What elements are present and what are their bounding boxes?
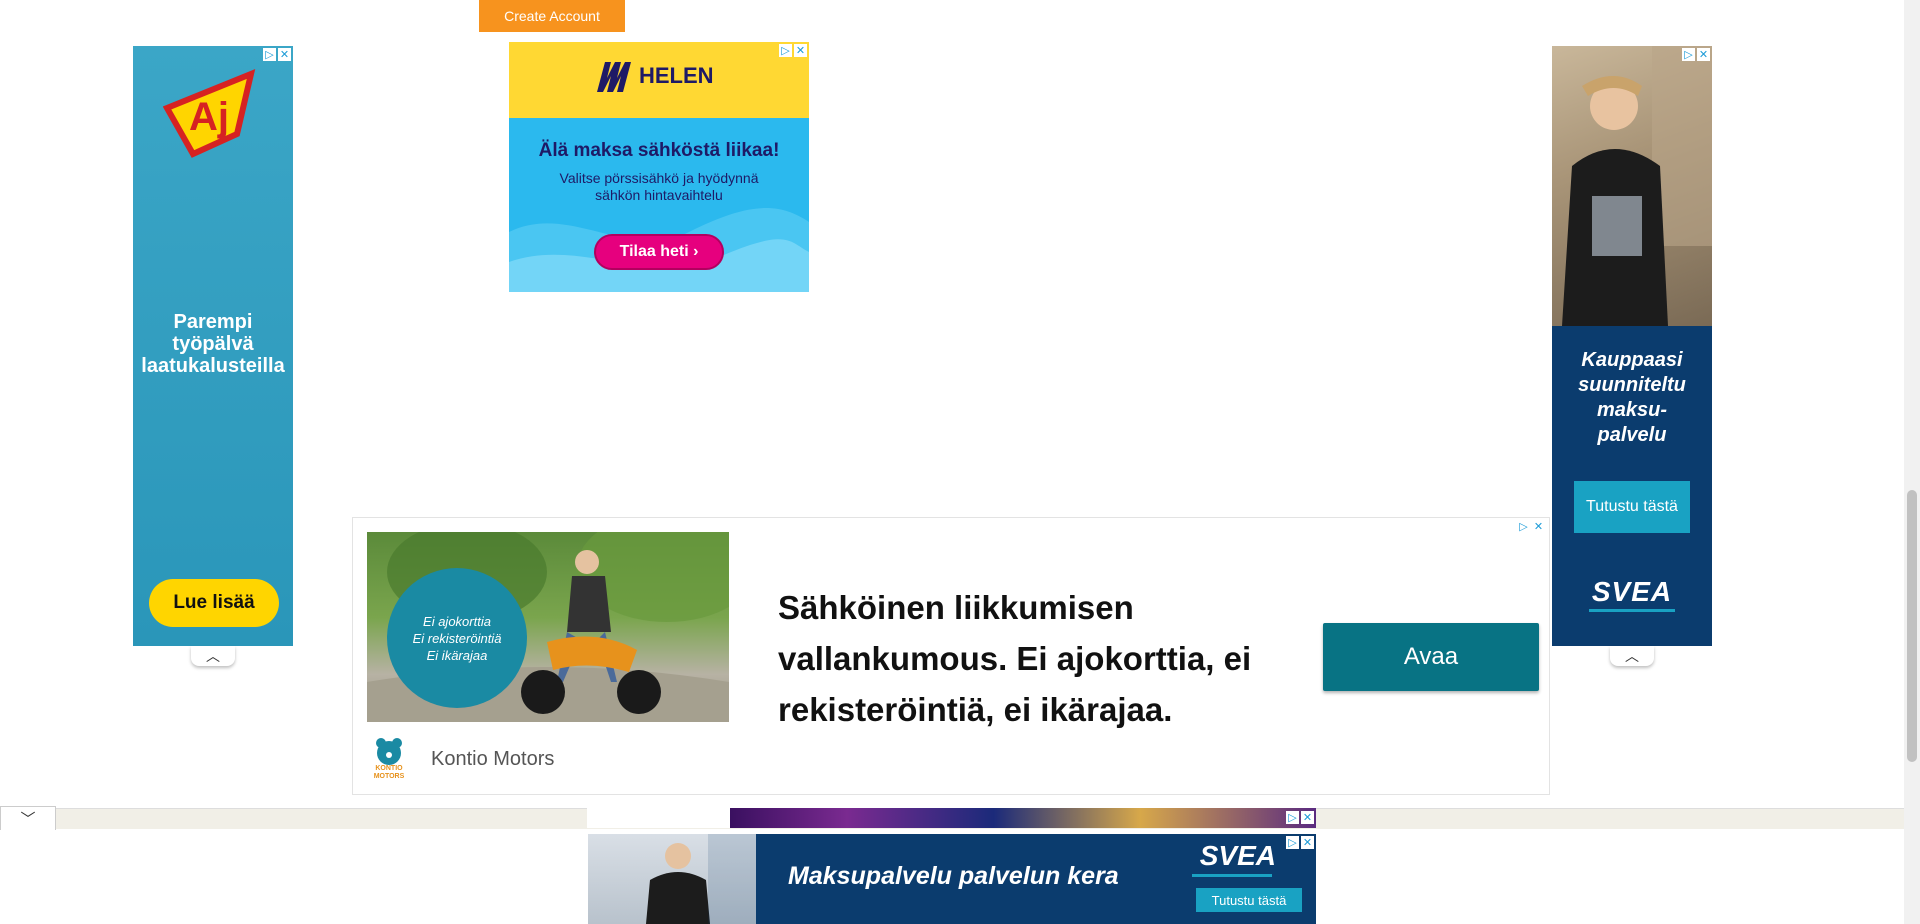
ad-choices[interactable]: ▷ ✕: [1517, 520, 1545, 533]
collapse-right-ad-button[interactable]: ︿: [1610, 646, 1654, 666]
aj-logo-text: Aj: [189, 95, 229, 139]
kontio-logo: KONTIO MOTORS: [369, 737, 409, 783]
ad-right-line: suunniteltu: [1578, 374, 1686, 396]
ad-choices[interactable]: ▷ ✕: [1286, 836, 1314, 849]
ad-helen[interactable]: HELEN ▷ ✕ Älä maksa sähköstä liikaa! Val…: [509, 42, 809, 292]
adchoices-icon[interactable]: ▷: [1286, 836, 1299, 849]
helen-headline: Älä maksa sähköstä liikaa!: [538, 140, 780, 161]
svea-logo-underline: [1192, 874, 1272, 877]
kontio-badge: Ei ajokorttia Ei rekisteröintiä Ei ikära…: [387, 568, 527, 708]
collapse-bottom-bar-button[interactable]: ﹀: [0, 806, 56, 830]
kontio-ad-image[interactable]: Ei ajokorttia Ei rekisteröintiä Ei ikära…: [367, 532, 729, 722]
kontio-badge-line: Ei ajokorttia: [423, 613, 491, 629]
tutustu-tasta-button[interactable]: Tutustu tästä: [1196, 888, 1302, 912]
ad-right-photo: [1552, 46, 1712, 326]
ad-left-line: Parempi: [173, 311, 253, 333]
chevron-up-icon: ︿: [1625, 648, 1639, 664]
ad-left-skyscraper[interactable]: ▷ ✕ Aj Parempi työpälvä laatukalusteilla…: [133, 46, 293, 646]
adchoices-icon[interactable]: ▷: [1286, 811, 1299, 824]
ad-right-skyscraper[interactable]: ▷ ✕ Kauppaasi suunniteltu maksu- palvelu…: [1552, 46, 1712, 646]
bottom-strip-artwork: ▷ ✕: [730, 808, 1316, 828]
ad-right-text: Kauppaasi suunniteltu maksu- palvelu: [1552, 348, 1712, 448]
kontio-advertiser-name[interactable]: Kontio Motors: [431, 748, 554, 771]
adchoices-icon[interactable]: ▷: [1517, 520, 1530, 533]
ad-choices[interactable]: ▷ ✕: [1286, 811, 1314, 824]
kontio-logo-text: KONTIO MOTORS: [373, 765, 405, 780]
ad-left-line: työpälvä: [172, 333, 254, 355]
close-icon[interactable]: ✕: [278, 48, 291, 61]
ad-choices[interactable]: ▷ ✕: [1682, 48, 1710, 61]
close-icon[interactable]: ✕: [1532, 520, 1545, 533]
scrollbar-thumb[interactable]: [1907, 490, 1917, 762]
tilaa-heti-button[interactable]: Tilaa heti ›: [594, 234, 724, 270]
svea-logo-underline: [1589, 609, 1675, 612]
ad-choices[interactable]: ▷ ✕: [263, 48, 291, 61]
ad-right-line: maksu-: [1596, 399, 1668, 421]
aj-logo: Aj: [163, 69, 256, 158]
ad-right-line: Kauppaasi: [1581, 349, 1683, 371]
svea-logo: SVEA: [1199, 840, 1276, 871]
helen-logo: HELEN: [595, 56, 714, 96]
bear-icon: [376, 738, 402, 765]
tutustu-tasta-button[interactable]: Tutustu tästä: [1574, 481, 1690, 533]
adchoices-icon[interactable]: ▷: [779, 44, 792, 57]
close-icon[interactable]: ✕: [794, 44, 807, 57]
page-scrollbar[interactable]: [1904, 0, 1920, 924]
helen-logo-icon: [597, 62, 631, 92]
bottom-ad-photo: [588, 834, 756, 924]
close-icon[interactable]: ✕: [1697, 48, 1710, 61]
create-account-button[interactable]: Create Account: [479, 0, 625, 32]
ad-left-line: laatukalusteilla: [141, 355, 285, 377]
close-icon[interactable]: ✕: [1301, 811, 1314, 824]
ad-bottom-leaderboard[interactable]: ▷ ✕ Maksupalvelu palvelun kera SVEA Tutu…: [588, 834, 1316, 924]
avaa-button[interactable]: Avaa: [1323, 623, 1539, 691]
kontio-badge-line: Ei ikärajaa: [426, 647, 488, 663]
chevron-down-icon: ﹀: [20, 811, 36, 828]
adchoices-icon[interactable]: ▷: [1682, 48, 1695, 61]
kontio-headline[interactable]: Sähköinen liikkumisen vallankumous. Ei a…: [778, 582, 1278, 735]
adchoices-icon[interactable]: ▷: [263, 48, 276, 61]
kontio-badge-line: Ei rekisteröintiä: [412, 630, 502, 646]
ad-right-line: palvelu: [1597, 424, 1667, 446]
ad-kontio-native[interactable]: ▷ ✕ Ei ajokorttia Ei rekisteröintiä Ei i…: [352, 517, 1550, 795]
bottom-strip-blank: [587, 808, 730, 828]
lue-lisaa-button[interactable]: Lue lisää: [149, 579, 279, 627]
collapse-left-ad-button[interactable]: ︿: [191, 646, 235, 666]
svea-logo: SVEA: [1591, 576, 1673, 607]
helen-subtext: Valitse pörssisähkö ja hyödynnä sähkön h…: [559, 170, 759, 203]
ad-left-text: Parempi työpälvä laatukalusteilla: [133, 311, 293, 377]
ad-right-person-illustration: [1562, 46, 1712, 326]
bottom-ad-person-illustration: [646, 834, 756, 924]
helen-logo-text: HELEN: [639, 63, 714, 88]
bottom-ad-text: Maksupalvelu palvelun kera: [788, 862, 1119, 890]
ad-choices[interactable]: ▷ ✕: [779, 44, 807, 57]
close-icon[interactable]: ✕: [1301, 836, 1314, 849]
chevron-up-icon: ︿: [206, 648, 220, 664]
